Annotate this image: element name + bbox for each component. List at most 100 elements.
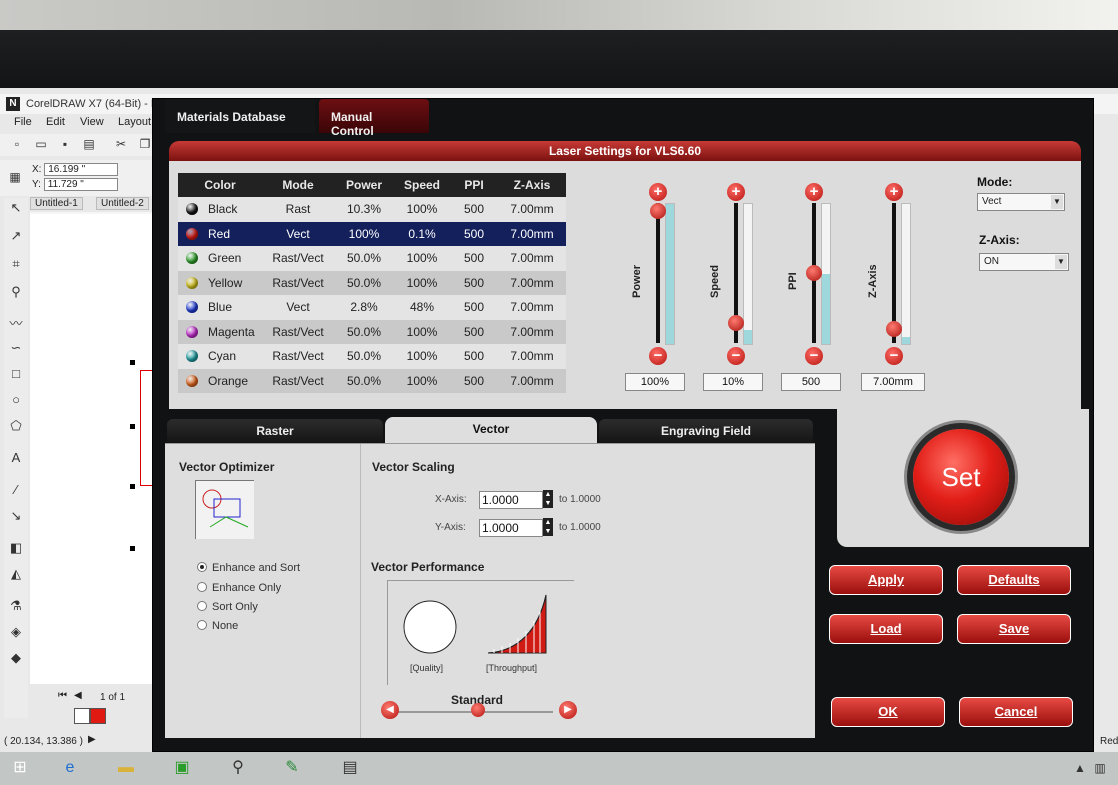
cut-scissors-icon[interactable]: ✂ <box>114 137 128 151</box>
tab-materials-database[interactable]: Materials Database <box>165 99 315 133</box>
ppi-slider[interactable]: + − PPI 500 <box>781 181 867 391</box>
first-page-icon[interactable]: ⏮ <box>58 690 67 701</box>
search-magnifier-icon[interactable]: ⚲ <box>224 756 252 780</box>
power-slider[interactable]: + − Power 100% <box>625 181 711 391</box>
radio-none[interactable]: None <box>197 620 238 632</box>
radio-button-selected[interactable] <box>197 562 207 572</box>
z-axis-slider[interactable]: + − Z-Axis 7.00mm <box>861 181 947 391</box>
save-button[interactable]: Save <box>957 614 1071 644</box>
chevron-down-icon[interactable]: ▼ <box>1051 195 1063 209</box>
new-document-icon[interactable]: ▫ <box>10 137 24 151</box>
table-row[interactable]: Green Rast/Vect 50.0% 100% 500 7.00mm <box>178 246 566 271</box>
radio-enhance-and-sort[interactable]: Enhance and Sort <box>197 562 300 574</box>
tab-engraving-field[interactable]: Engraving Field <box>599 419 813 443</box>
internet-explorer-icon[interactable]: e <box>56 756 84 780</box>
radio-button[interactable] <box>197 582 207 592</box>
performance-left-arrow-icon[interactable]: ◀ <box>381 701 399 719</box>
power-decrease-button[interactable]: − <box>649 347 667 365</box>
zoom-tool-icon[interactable]: ⚲ <box>6 282 26 302</box>
apply-button[interactable]: Apply <box>829 565 943 595</box>
selection-handle[interactable] <box>130 546 135 551</box>
speed-decrease-button[interactable]: − <box>727 347 745 365</box>
power-slider-track[interactable] <box>656 203 660 343</box>
open-folder-icon[interactable]: ▭ <box>34 137 48 151</box>
y-axis-spinner-icon[interactable]: ▲ ▼ <box>543 518 553 536</box>
save-disk-icon[interactable]: ▪ <box>58 137 72 151</box>
z-axis-decrease-button[interactable]: − <box>885 347 903 365</box>
tab-raster[interactable]: Raster <box>167 419 383 443</box>
table-row[interactable]: Blue Vect 2.8% 48% 500 7.00mm <box>178 295 566 320</box>
ppi-increase-button[interactable]: + <box>805 183 823 201</box>
x-axis-scale-input[interactable]: 1.0000 <box>479 491 543 509</box>
selection-handle[interactable] <box>130 424 135 429</box>
transparency-tool-icon[interactable]: ◭ <box>6 564 26 584</box>
speed-slider-knob[interactable] <box>728 314 744 331</box>
defaults-button[interactable]: Defaults <box>957 565 1071 595</box>
polygon-tool-icon[interactable]: ⬠ <box>6 416 26 436</box>
radio-enhance-only[interactable]: Enhance Only <box>197 582 281 594</box>
menu-file[interactable]: File <box>14 116 32 128</box>
no-fill-swatch[interactable] <box>74 708 90 724</box>
ppi-value-field[interactable]: 500 <box>781 373 841 391</box>
load-button[interactable]: Load <box>829 614 943 644</box>
selection-handle[interactable] <box>130 484 135 489</box>
shape-tool-icon[interactable]: ↗ <box>6 226 26 246</box>
pick-tool-icon[interactable]: ↖ <box>6 198 26 218</box>
windows-start-icon[interactable]: ⊞ <box>6 756 34 780</box>
table-row[interactable]: Red Vect 100% 0.1% 500 7.00mm <box>178 221 566 246</box>
x-axis-spinner-icon[interactable]: ▲ ▼ <box>543 490 553 508</box>
radio-button[interactable] <box>197 620 207 630</box>
ppi-slider-knob[interactable] <box>806 265 822 281</box>
tab-manual-control[interactable]: Manual Control <box>319 99 429 138</box>
doc-tab-untitled-1[interactable]: Untitled-1 <box>30 197 83 210</box>
store-icon[interactable]: ▣ <box>168 756 196 780</box>
y-axis-scale-input[interactable]: 1.0000 <box>479 519 543 537</box>
cancel-button[interactable]: Cancel <box>959 697 1073 727</box>
table-row[interactable]: Orange Rast/Vect 50.0% 100% 500 7.00mm <box>178 368 566 393</box>
fill-tool-icon[interactable]: ◈ <box>6 622 26 642</box>
coreldraw-taskbar-icon[interactable]: ✎ <box>278 756 306 780</box>
dimension-tool-icon[interactable]: ⁄ <box>6 480 26 500</box>
play-icon[interactable]: ▶ <box>88 734 96 745</box>
mode-select[interactable]: Vect ▼ <box>977 193 1065 211</box>
drop-shadow-tool-icon[interactable]: ◧ <box>6 538 26 558</box>
y-coordinate-field[interactable]: 11.729 " <box>43 178 118 191</box>
set-button[interactable]: Set <box>913 429 1009 525</box>
table-row[interactable]: Magenta Rast/Vect 50.0% 100% 500 7.00mm <box>178 319 566 344</box>
curve-tool-icon[interactable]: ∽ <box>6 338 26 358</box>
power-slider-knob[interactable] <box>650 203 666 219</box>
rectangle-tool-icon[interactable]: □ <box>6 364 26 384</box>
z-axis-value-field[interactable]: 7.00mm <box>861 373 925 391</box>
z-axis-select[interactable]: ON ▼ <box>979 253 1069 271</box>
tab-vector[interactable]: Vector <box>385 417 597 443</box>
power-value-field[interactable]: 100% <box>625 373 685 391</box>
network-icon[interactable]: ▥ <box>1086 756 1114 780</box>
chevron-down-icon[interactable]: ▼ <box>1055 255 1067 269</box>
table-row[interactable]: Cyan Rast/Vect 50.0% 100% 500 7.00mm <box>178 344 566 369</box>
menu-layout[interactable]: Layout <box>118 116 151 128</box>
selection-handle[interactable] <box>130 360 135 365</box>
radio-sort-only[interactable]: Sort Only <box>197 601 258 613</box>
ok-button[interactable]: OK <box>831 697 945 727</box>
menu-view[interactable]: View <box>80 116 104 128</box>
performance-slider-knob[interactable] <box>471 703 485 717</box>
speed-value-field[interactable]: 10% <box>703 373 763 391</box>
previous-page-icon[interactable]: ◀ <box>74 690 82 701</box>
speed-increase-button[interactable]: + <box>727 183 745 201</box>
menu-edit[interactable]: Edit <box>46 116 65 128</box>
ppi-decrease-button[interactable]: − <box>805 347 823 365</box>
x-coordinate-field[interactable]: 16.199 " <box>44 163 119 176</box>
speed-slider[interactable]: + − Speed 10% <box>703 181 789 391</box>
radio-button[interactable] <box>197 601 207 611</box>
red-color-swatch[interactable] <box>90 708 106 724</box>
eyedropper-tool-icon[interactable]: ⚗ <box>6 596 26 616</box>
performance-right-arrow-icon[interactable]: ▶ <box>559 701 577 719</box>
z-axis-slider-knob[interactable] <box>886 320 902 337</box>
power-increase-button[interactable]: + <box>649 183 667 201</box>
crop-tool-icon[interactable]: ⌗ <box>6 254 26 274</box>
file-explorer-icon[interactable]: ▬ <box>112 756 140 780</box>
text-tool-icon[interactable]: A <box>6 448 26 468</box>
copy-icon[interactable]: ❐ <box>138 137 152 151</box>
table-row[interactable]: Black Rast 10.3% 100% 500 7.00mm <box>178 197 566 222</box>
ellipse-tool-icon[interactable]: ○ <box>6 390 26 410</box>
